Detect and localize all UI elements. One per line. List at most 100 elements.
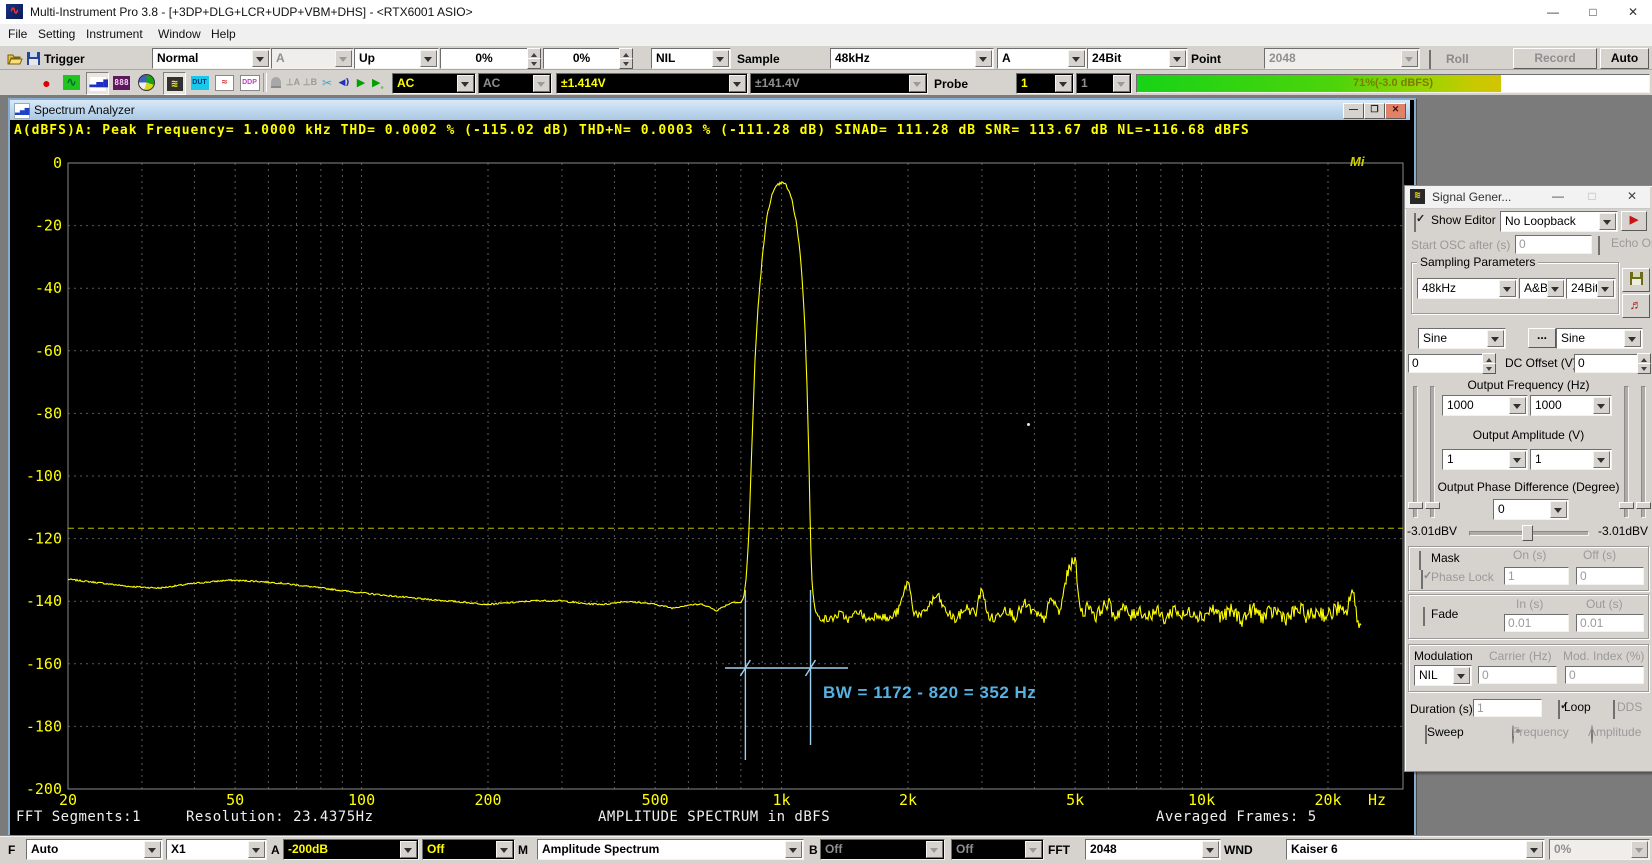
window-maximize-button[interactable]: □	[1574, 0, 1612, 24]
dc-offset-b-input[interactable]: 0	[1574, 354, 1640, 373]
level-slider-b-right[interactable]	[1641, 386, 1646, 518]
gen-music-library-button[interactable]: ♬	[1622, 294, 1650, 318]
amplitude-b-select[interactable]: 1	[1530, 449, 1612, 470]
level-slider-a-right-handle[interactable]	[1425, 502, 1440, 509]
save-icon[interactable]	[25, 50, 41, 67]
status-resolution: Resolution: 23.4375Hz	[186, 809, 374, 825]
gen-channels-select[interactable]: A&B	[1519, 278, 1566, 299]
menu-instrument[interactable]: Instrument	[86, 27, 143, 41]
level-slider-a-left-handle[interactable]	[1408, 502, 1423, 509]
menu-help[interactable]: Help	[211, 27, 236, 41]
y-tick-label: -140	[26, 592, 62, 610]
waveform-more-button[interactable]: ...	[1528, 328, 1556, 348]
frequency-b-select[interactable]: 1000	[1530, 395, 1612, 416]
bottom-toolbar: F Auto X1 A -200dB Off M Amplitude Spect…	[0, 836, 1652, 864]
gain-a-select[interactable]: Off	[422, 839, 515, 860]
fade-checkbox[interactable]	[1423, 607, 1425, 626]
mask-checkbox[interactable]	[1419, 551, 1421, 570]
gen-bit-depth-select[interactable]: 24Bit	[1566, 278, 1616, 299]
level-slider-a-right[interactable]	[1430, 386, 1435, 518]
y-range-a-select[interactable]: -200dB	[283, 839, 419, 860]
spectrum-chart[interactable]: 0-20-40-60-80-100-120-140-160-180-200205…	[10, 142, 1410, 832]
mask-on-label: On (s)	[1513, 548, 1546, 562]
trigger-mode-select[interactable]: Normal	[152, 48, 271, 69]
sampling-parameters-label: Sampling Parameters	[1417, 255, 1538, 269]
carrier-label: Carrier (Hz)	[1489, 649, 1552, 663]
play-icon[interactable]: ▶	[353, 74, 369, 91]
gen-save-button[interactable]	[1622, 268, 1650, 292]
trigger-delay-spinner[interactable]	[619, 48, 633, 69]
chevron-down-icon	[1593, 397, 1610, 414]
modulation-type-select[interactable]: NIL	[1414, 665, 1472, 686]
generator-run-button[interactable]: ▶	[1621, 211, 1647, 231]
x-axis-mode-select[interactable]: Auto	[26, 839, 163, 860]
device-test-plan-icon[interactable]: DUT	[189, 72, 210, 93]
phase-difference-select[interactable]: 0	[1493, 499, 1569, 520]
play-step-icon[interactable]: ▶˳	[370, 74, 386, 91]
frequency-a-select[interactable]: 1000	[1442, 395, 1528, 416]
multimeter-icon[interactable]: 888	[111, 72, 132, 93]
signal-generator-icon[interactable]: ≋	[163, 72, 186, 95]
dc-offset-a-spinner[interactable]	[1482, 353, 1496, 374]
fft-size-select[interactable]: 2048	[1085, 839, 1221, 860]
spectrum-minimize-button[interactable]: —	[1343, 103, 1364, 119]
generator-titlebar[interactable]: ≋ Signal Gener... — □ ✕	[1405, 186, 1650, 209]
bit-depth-select[interactable]: 24Bit	[1087, 48, 1188, 69]
generator-minimize-button[interactable]: —	[1548, 189, 1568, 205]
coupling-a-select[interactable]: AC	[392, 73, 476, 94]
oscilloscope-icon[interactable]: ∿	[61, 72, 82, 93]
level-slider-b-left[interactable]	[1624, 386, 1629, 518]
record-length-select: 2048	[1264, 48, 1420, 69]
chevron-down-icon	[1526, 841, 1543, 858]
menu-setting[interactable]: Setting	[38, 27, 75, 41]
probe-calibration-icon[interactable]: ✂	[319, 74, 335, 91]
trigger-level-input[interactable]: 0%	[440, 48, 528, 69]
trigger-level-spinner[interactable]	[527, 48, 541, 69]
spectrum-analyzer-icon[interactable]: ▂▄▆	[86, 72, 109, 95]
amplitude-a-select[interactable]: 1	[1442, 449, 1528, 470]
probe-b-select: 1	[1076, 73, 1132, 94]
window-minimize-button[interactable]: —	[1534, 0, 1572, 24]
x-tick-label: 1k	[773, 791, 791, 809]
trigger-edge-select[interactable]: Up	[354, 48, 439, 69]
hpf-select[interactable]: NIL	[651, 48, 731, 69]
spectrum-close-button[interactable]: ✕	[1385, 103, 1406, 119]
generator-close-button[interactable]: ✕	[1622, 189, 1642, 205]
run-stop-icon[interactable]: ●	[36, 72, 57, 93]
level-slider-a-left[interactable]	[1413, 386, 1418, 518]
speaker-icon[interactable]: ◀)	[336, 74, 352, 91]
derived-data-curve-icon[interactable]: ≈	[214, 72, 235, 93]
loop-checkbox[interactable]	[1558, 700, 1560, 719]
view-mode-select[interactable]: Amplitude Spectrum	[537, 839, 804, 860]
waveform-a-select[interactable]: Sine	[1418, 328, 1506, 349]
spectrum-3d-plot-icon[interactable]	[136, 72, 157, 93]
spectrum-trace[interactable]	[68, 182, 1361, 628]
ddp-viewer-icon[interactable]: DDP	[239, 72, 260, 93]
loopback-select[interactable]: No Loopback	[1500, 211, 1618, 232]
dc-offset-a-input[interactable]: 0	[1408, 354, 1485, 373]
window-close-button[interactable]: ✕	[1614, 0, 1652, 24]
probe-a-select[interactable]: 1	[1016, 73, 1074, 94]
loop-label: Loop	[1564, 700, 1591, 714]
microampere-b-icon: ⊥B	[302, 74, 318, 91]
sampling-rate-select[interactable]: 48kHz	[830, 48, 994, 69]
level-slider-b-right-handle[interactable]	[1636, 502, 1651, 509]
level-slider-b-left-handle[interactable]	[1619, 502, 1634, 509]
show-editor-checkbox[interactable]	[1414, 213, 1416, 232]
spectrum-window-titlebar[interactable]: ▂▄▆ Spectrum Analyzer — ❐ ✕	[10, 100, 1410, 120]
dc-offset-b-spinner[interactable]	[1637, 353, 1651, 374]
window-function-select[interactable]: Kaiser 6	[1286, 839, 1545, 860]
menu-file[interactable]: File	[8, 27, 27, 41]
balance-slider-handle[interactable]	[1522, 525, 1533, 541]
spectrum-restore-button[interactable]: ❐	[1364, 103, 1385, 119]
dc-offset-label: DC Offset (V)	[1505, 356, 1577, 370]
trigger-delay-input[interactable]: 0%	[543, 48, 620, 69]
x-zoom-select[interactable]: X1	[166, 839, 267, 860]
auto-button[interactable]: Auto	[1600, 48, 1649, 69]
waveform-b-select[interactable]: Sine	[1556, 328, 1643, 349]
gen-sampling-rate-select[interactable]: 48kHz	[1417, 278, 1518, 299]
open-file-icon[interactable]	[7, 50, 23, 67]
sampling-channel-select[interactable]: A	[997, 48, 1087, 69]
range-a-select[interactable]: ±1.414V	[556, 73, 748, 94]
menu-window[interactable]: Window	[158, 27, 201, 41]
